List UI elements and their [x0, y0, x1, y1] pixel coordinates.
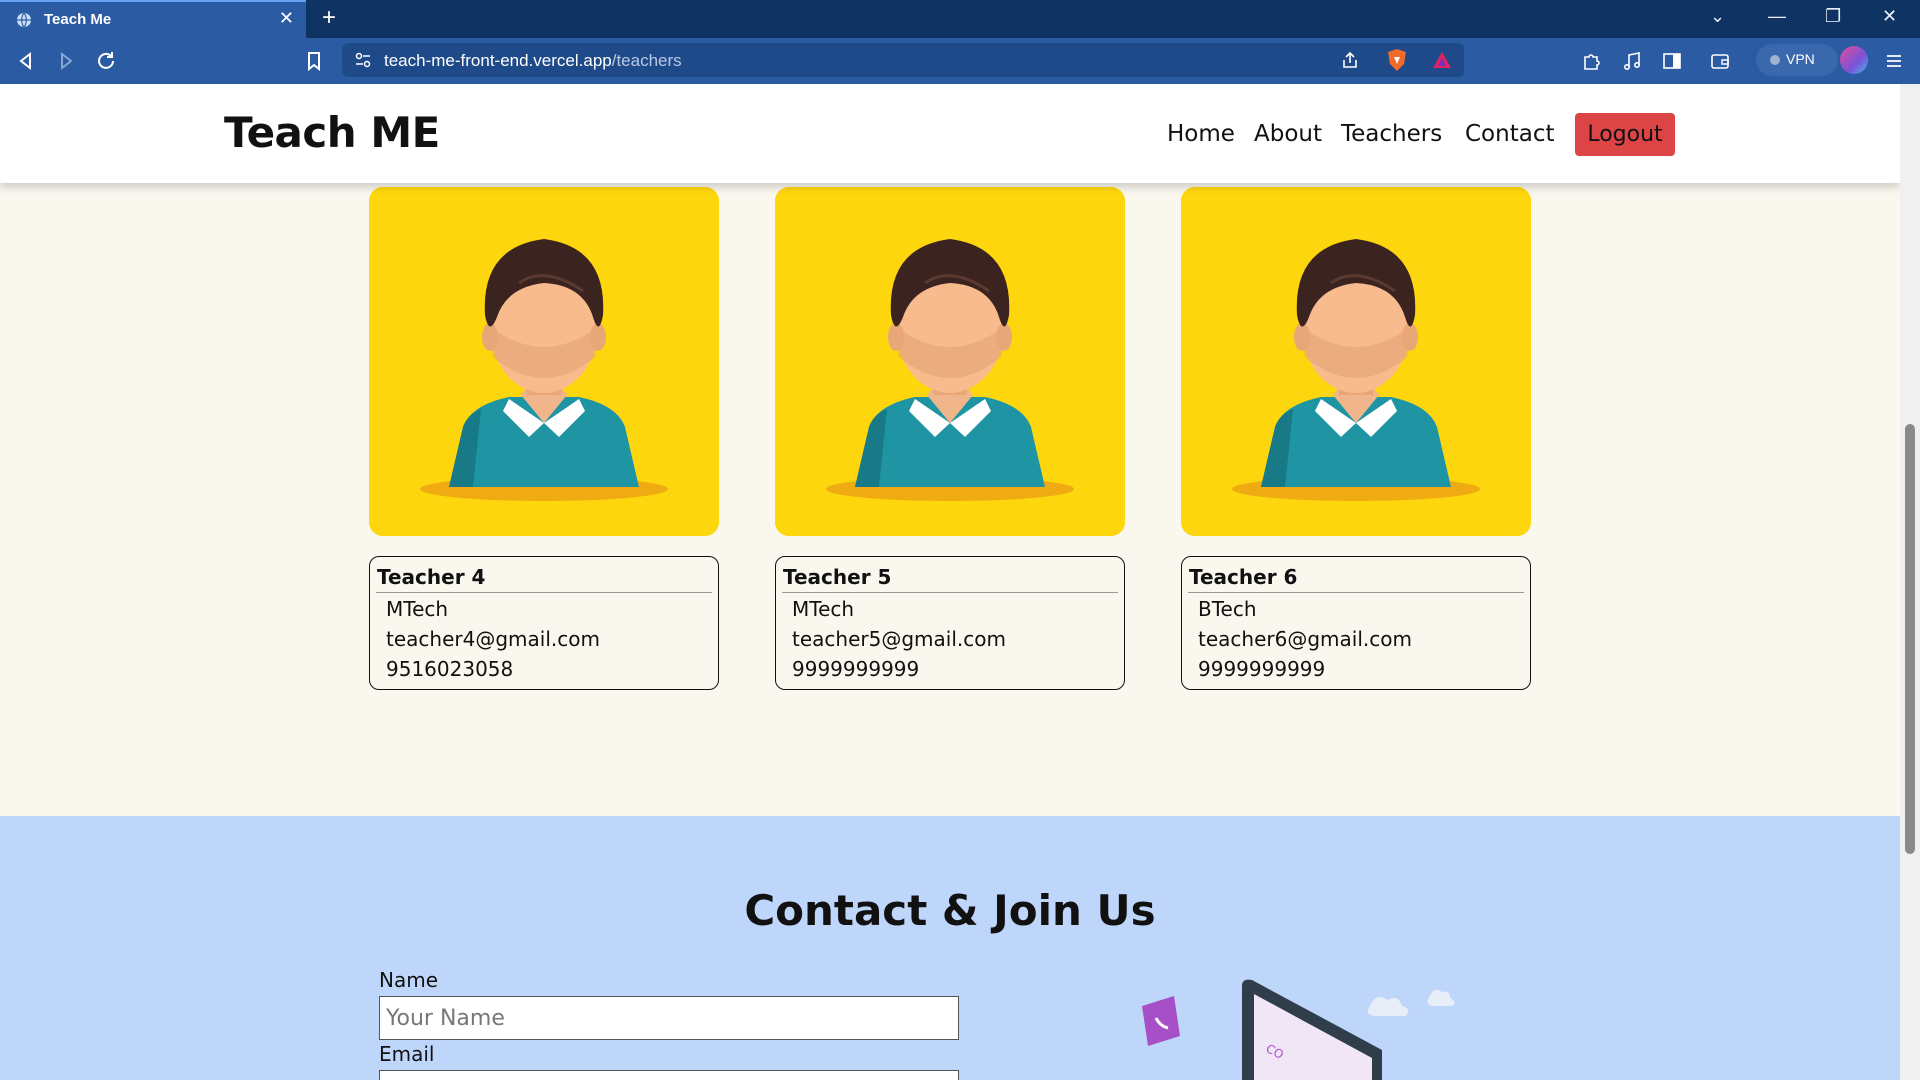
site-settings-icon[interactable]: [354, 51, 372, 69]
bookmark-icon[interactable]: [302, 49, 326, 73]
vpn-button[interactable]: VPN: [1756, 44, 1838, 76]
teacher-email: teacher6@gmail.com: [1198, 627, 1412, 651]
teacher-info-card: Teacher 4 MTech teacher4@gmail.com 95160…: [369, 556, 719, 690]
teacher-name: Teacher 5: [783, 565, 892, 589]
teacher-phone: 9516023058: [386, 657, 514, 681]
contact-section: Contact & Join Us Name Email CO: [0, 816, 1900, 1080]
teacher-photo: [369, 187, 719, 536]
teacher-phone: 9999999999: [792, 657, 920, 681]
name-input[interactable]: [379, 996, 959, 1040]
browser-tab-strip: Teach Me ✕ + ⌄ — ❐ ✕: [0, 0, 1920, 38]
teacher-avatar-illustration: [369, 187, 719, 536]
plus-icon[interactable]: +: [322, 4, 336, 32]
page-viewport: Teacher 4 MTech teacher4@gmail.com 95160…: [0, 84, 1900, 1080]
scrollbar-thumb[interactable]: [1905, 424, 1915, 854]
nav-contact[interactable]: Contact: [1465, 121, 1554, 147]
url-text: teach-me-front-end.vercel.app/teachers: [384, 51, 682, 70]
sidebar-icon[interactable]: [1660, 49, 1684, 73]
divider: [1188, 592, 1524, 593]
window-close-icon[interactable]: ✕: [1882, 6, 1897, 27]
music-icon[interactable]: [1620, 49, 1644, 73]
teacher-email: teacher4@gmail.com: [386, 627, 600, 651]
menu-icon[interactable]: [1882, 49, 1906, 73]
teacher-email: teacher5@gmail.com: [792, 627, 1006, 651]
teacher-photo: [1181, 187, 1531, 536]
browser-toolbar: teach-me-front-end.vercel.app/teachers V…: [0, 38, 1920, 84]
divider: [376, 592, 712, 593]
contact-illustration: CO: [1142, 979, 1455, 1080]
chevron-down-icon[interactable]: ⌄: [1710, 6, 1725, 27]
address-bar[interactable]: teach-me-front-end.vercel.app/teachers: [342, 43, 1464, 77]
nav-teachers[interactable]: Teachers: [1341, 121, 1442, 147]
scrollbar[interactable]: [1900, 84, 1920, 1080]
share-icon[interactable]: [1340, 50, 1360, 70]
teacher-name: Teacher 6: [1189, 565, 1298, 589]
globe-icon: [17, 12, 31, 28]
teacher-degree: MTech: [386, 597, 449, 621]
brave-shield-icon[interactable]: [1386, 48, 1408, 72]
logout-button[interactable]: Logout: [1575, 113, 1675, 156]
name-label: Name: [379, 968, 439, 992]
vpn-status-icon: [1770, 55, 1780, 65]
teacher-degree: MTech: [792, 597, 855, 621]
teacher-avatar-illustration: [1181, 187, 1531, 536]
browser-tab[interactable]: Teach Me ✕: [0, 0, 306, 38]
restore-icon[interactable]: ❐: [1825, 6, 1841, 27]
teacher-info-card: Teacher 6 BTech teacher6@gmail.com 99999…: [1181, 556, 1531, 690]
minimize-icon[interactable]: —: [1768, 6, 1786, 27]
email-input[interactable]: [379, 1070, 959, 1080]
divider: [782, 592, 1118, 593]
reload-icon[interactable]: [94, 49, 118, 73]
teacher-name: Teacher 4: [377, 565, 486, 589]
profile-avatar[interactable]: [1840, 46, 1868, 74]
contact-title: Contact & Join Us: [744, 886, 1156, 935]
wallet-icon[interactable]: [1708, 49, 1732, 73]
vpn-label: VPN: [1786, 51, 1815, 67]
teacher-avatar-illustration: [775, 187, 1125, 536]
rewards-icon[interactable]: [1432, 50, 1452, 70]
teacher-info-card: Teacher 5 MTech teacher5@gmail.com 99999…: [775, 556, 1125, 690]
nav-home[interactable]: Home: [1167, 121, 1235, 147]
teacher-degree: BTech: [1198, 597, 1257, 621]
close-icon[interactable]: ✕: [279, 8, 294, 29]
extensions-icon[interactable]: [1580, 49, 1604, 73]
forward-icon[interactable]: [54, 49, 78, 73]
teacher-phone: 9999999999: [1198, 657, 1326, 681]
tab-title: Teach Me: [44, 11, 112, 28]
teacher-photo: [775, 187, 1125, 536]
back-icon[interactable]: [14, 49, 38, 73]
brand-logo[interactable]: Teach ME: [224, 108, 440, 157]
email-label: Email: [379, 1042, 435, 1066]
site-header: Teach ME Home About Teachers Contact Log…: [0, 84, 1900, 183]
nav-about[interactable]: About: [1254, 121, 1322, 147]
